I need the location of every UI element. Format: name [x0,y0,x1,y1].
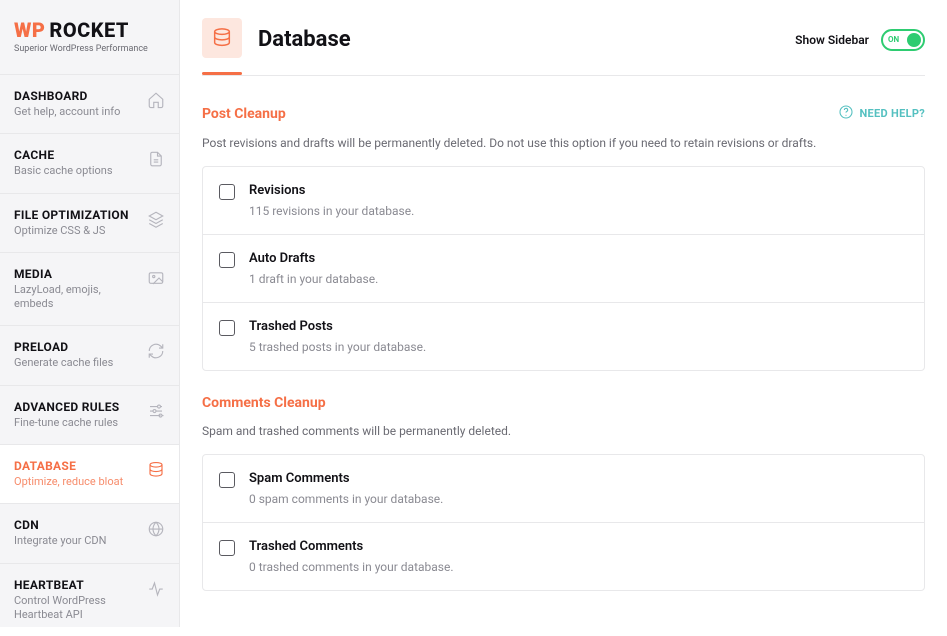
sliders-icon [147,402,165,420]
image-icon [147,269,165,287]
sidebar-item-file-optimization[interactable]: FILE OPTIMIZATION Optimize CSS & JS [0,193,179,252]
page-header: Database Show Sidebar ON [202,18,925,76]
option-sub: 0 spam comments in your database. [249,492,443,506]
brand: WP ROCKET Superior WordPress Performance [0,0,179,74]
option-row: Spam Comments 0 spam comments in your dat… [203,455,924,522]
sidebar-item-sub: Optimize, reduce bloat [14,475,139,489]
option-label: Trashed Posts [249,319,426,334]
checkbox[interactable] [219,252,235,268]
option-list: Spam Comments 0 spam comments in your dat… [202,454,925,591]
activity-icon [147,580,165,598]
option-sub: 115 revisions in your database. [249,204,414,218]
show-sidebar-label: Show Sidebar [795,33,869,47]
option-label: Trashed Comments [249,539,454,554]
page-title: Database [258,27,351,52]
sidebar-item-title: DATABASE [14,459,139,473]
brand-wp: WP [14,18,45,42]
file-icon [147,150,165,168]
sidebar-item-cache[interactable]: CACHE Basic cache options [0,133,179,192]
sidebar-item-dashboard[interactable]: DASHBOARD Get help, account info [0,74,179,133]
option-row: Auto Drafts 1 draft in your database. [203,234,924,302]
refresh-icon [147,342,165,360]
checkbox[interactable] [219,472,235,488]
need-help-label: NEED HELP? [860,107,926,120]
sidebar: WP ROCKET Superior WordPress Performance… [0,0,180,627]
sidebar-item-title: FILE OPTIMIZATION [14,208,139,222]
content: Post Cleanup NEED HELP? Post revisions and… [202,76,925,621]
toggle-on-text: ON [888,35,899,44]
section-desc: Post revisions and drafts will be perman… [202,135,925,152]
sidebar-item-sub: Basic cache options [14,164,139,178]
sidebar-item-media[interactable]: MEDIA LazyLoad, emojis, embeds [0,252,179,326]
option-sub: 1 draft in your database. [249,272,378,286]
option-row: Revisions 115 revisions in your database. [203,167,924,234]
database-icon [147,461,165,479]
sidebar-item-title: PRELOAD [14,340,139,354]
help-icon [838,104,854,123]
checkbox[interactable] [219,320,235,336]
sidebar-item-title: MEDIA [14,267,139,281]
section-desc: Spam and trashed comments will be perman… [202,423,925,440]
need-help-link[interactable]: NEED HELP? [838,104,926,123]
sidebar-item-sub: Optimize CSS & JS [14,224,139,238]
sidebar-item-advanced-rules[interactable]: ADVANCED RULES Fine-tune cache rules [0,385,179,444]
option-label: Auto Drafts [249,251,378,266]
show-sidebar-toggle[interactable]: ON [881,29,925,51]
sidebar-item-sub: Fine-tune cache rules [14,416,139,430]
option-list: Revisions 115 revisions in your database.… [202,166,925,371]
active-tab-indicator [202,72,242,75]
main: Database Show Sidebar ON Post Cleanup NEE… [180,0,947,627]
sidebar-item-cdn[interactable]: CDN Integrate your CDN [0,503,179,562]
sidebar-item-preload[interactable]: PRELOAD Generate cache files [0,325,179,384]
option-row: Trashed Comments 0 trashed comments in yo… [203,522,924,590]
sidebar-item-title: HEARTBEAT [14,578,139,592]
layers-icon [147,210,165,228]
sidebar-item-sub: Generate cache files [14,356,139,370]
home-icon [147,91,165,109]
option-row: Trashed Posts 5 trashed posts in your dat… [203,302,924,370]
sidebar-item-sub: Get help, account info [14,105,139,119]
sidebar-item-sub: Integrate your CDN [14,534,139,548]
sidebar-item-title: CACHE [14,148,139,162]
option-sub: 0 trashed comments in your database. [249,560,454,574]
sidebar-nav: DASHBOARD Get help, account info CACHE Basi… [0,74,179,636]
sidebar-item-heartbeat[interactable]: HEARTBEAT Control WordPress Heartbeat API [0,563,179,636]
option-label: Revisions [249,183,414,198]
sidebar-item-database[interactable]: DATABASE Optimize, reduce bloat [0,444,179,503]
section-post-cleanup: Post Cleanup NEED HELP? Post revisions and… [202,104,925,371]
section-title: Comments Cleanup [202,395,326,411]
toggle-knob [907,33,921,47]
sidebar-item-title: DASHBOARD [14,89,139,103]
checkbox[interactable] [219,540,235,556]
globe-icon [147,520,165,538]
sidebar-item-title: ADVANCED RULES [14,400,139,414]
brand-name: ROCKET [49,18,129,42]
section-title: Post Cleanup [202,106,286,122]
option-label: Spam Comments [249,471,443,486]
checkbox[interactable] [219,184,235,200]
database-icon [202,18,242,58]
option-sub: 5 trashed posts in your database. [249,340,426,354]
brand-tagline: Superior WordPress Performance [14,44,165,54]
section-comments-cleanup: Comments Cleanup Spam and trashed comment… [202,395,925,591]
sidebar-item-sub: LazyLoad, emojis, embeds [14,283,139,312]
sidebar-item-sub: Control WordPress Heartbeat API [14,594,139,623]
sidebar-item-title: CDN [14,518,139,532]
